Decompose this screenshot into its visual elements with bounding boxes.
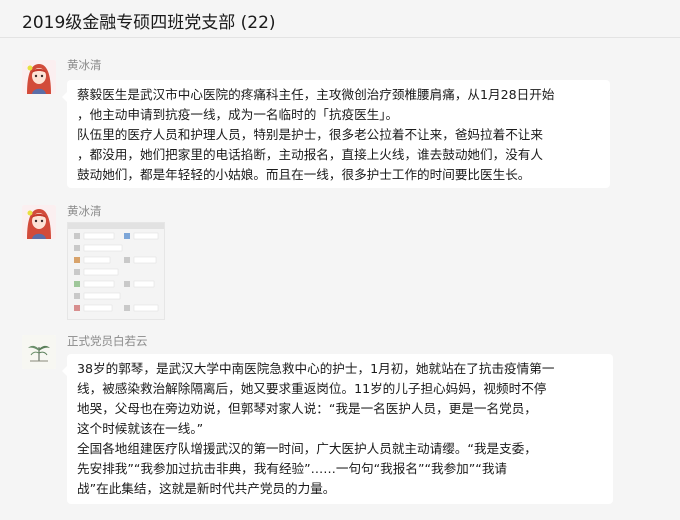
message-line: ，都没用，她们把家里的电话掐断，主动报名，直接上火线，谁去鼓动她们，没有人 [77,147,543,162]
anime-girl-avatar-icon[interactable] [22,60,56,94]
message-bubble[interactable]: 蔡毅医生是武汉市中心医院的疼痛科主任，主攻微创治疗颈椎腰肩痛，从1月28日开始 … [62,80,610,188]
message-line: 38岁的郭琴，是武汉大学中南医院急救中心的护士，1月初，她就站在了抗击疫情第一 [77,361,555,376]
message-line: 鼓动她们，都是年轻轻的小姑娘。而且在一线，很多护士工作的时间要比医生长。 [77,167,531,182]
chat-header: 2019级金融专硕四班党支部 (22) [0,0,680,38]
message-line: 全国各地组建医疗队增援武汉的第一时间，广大医护人员就主动请缨。“我是支委， [77,441,537,456]
sender-name[interactable]: 黄冰清 [67,203,102,219]
anime-girl-avatar-icon[interactable] [22,205,56,239]
chat-screenshot-thumbnail-icon[interactable] [67,222,165,320]
message-line: 线，被感染救治解除隔离后，她又要求重返岗位。11岁的儿子担心妈妈，视频时不停 [77,381,547,396]
message-line: 队伍里的医疗人员和护理人员，特别是护士，很多老公拉着不让来，爸妈拉着不让来 [77,127,543,142]
sender-name[interactable]: 正式党员白若云 [67,333,148,349]
message-line: 蔡毅医生是武汉市中心医院的疼痛科主任，主攻微创治疗颈椎腰肩痛，从1月28日开始 [77,87,555,102]
message-line: 这个时候就该在一线。” [77,421,204,436]
message-line: ，他主动申请到抗疫一线，成为一名临时的「抗疫医生」。 [77,107,399,122]
message-line: 先安排我”“我参加过抗击非典，我有经验”……一句句“我报名”“我参加”“我请 [77,461,508,476]
message-bubble[interactable]: 38岁的郭琴，是武汉大学中南医院急救中心的护士，1月初，她就站在了抗击疫情第一 … [62,354,613,504]
plant-sketch-avatar-icon[interactable] [22,335,56,369]
message-line: 战”在此集结，这就是新时代共产党员的力量。 [77,481,336,496]
message-line: 地哭，父母也在旁边劝说，但郭琴对家人说：“我是一名医护人员，更是一名党员， [77,401,537,416]
sender-name[interactable]: 黄冰清 [67,57,102,73]
chat-title: 2019级金融专硕四班党支部 (22) [22,13,276,33]
